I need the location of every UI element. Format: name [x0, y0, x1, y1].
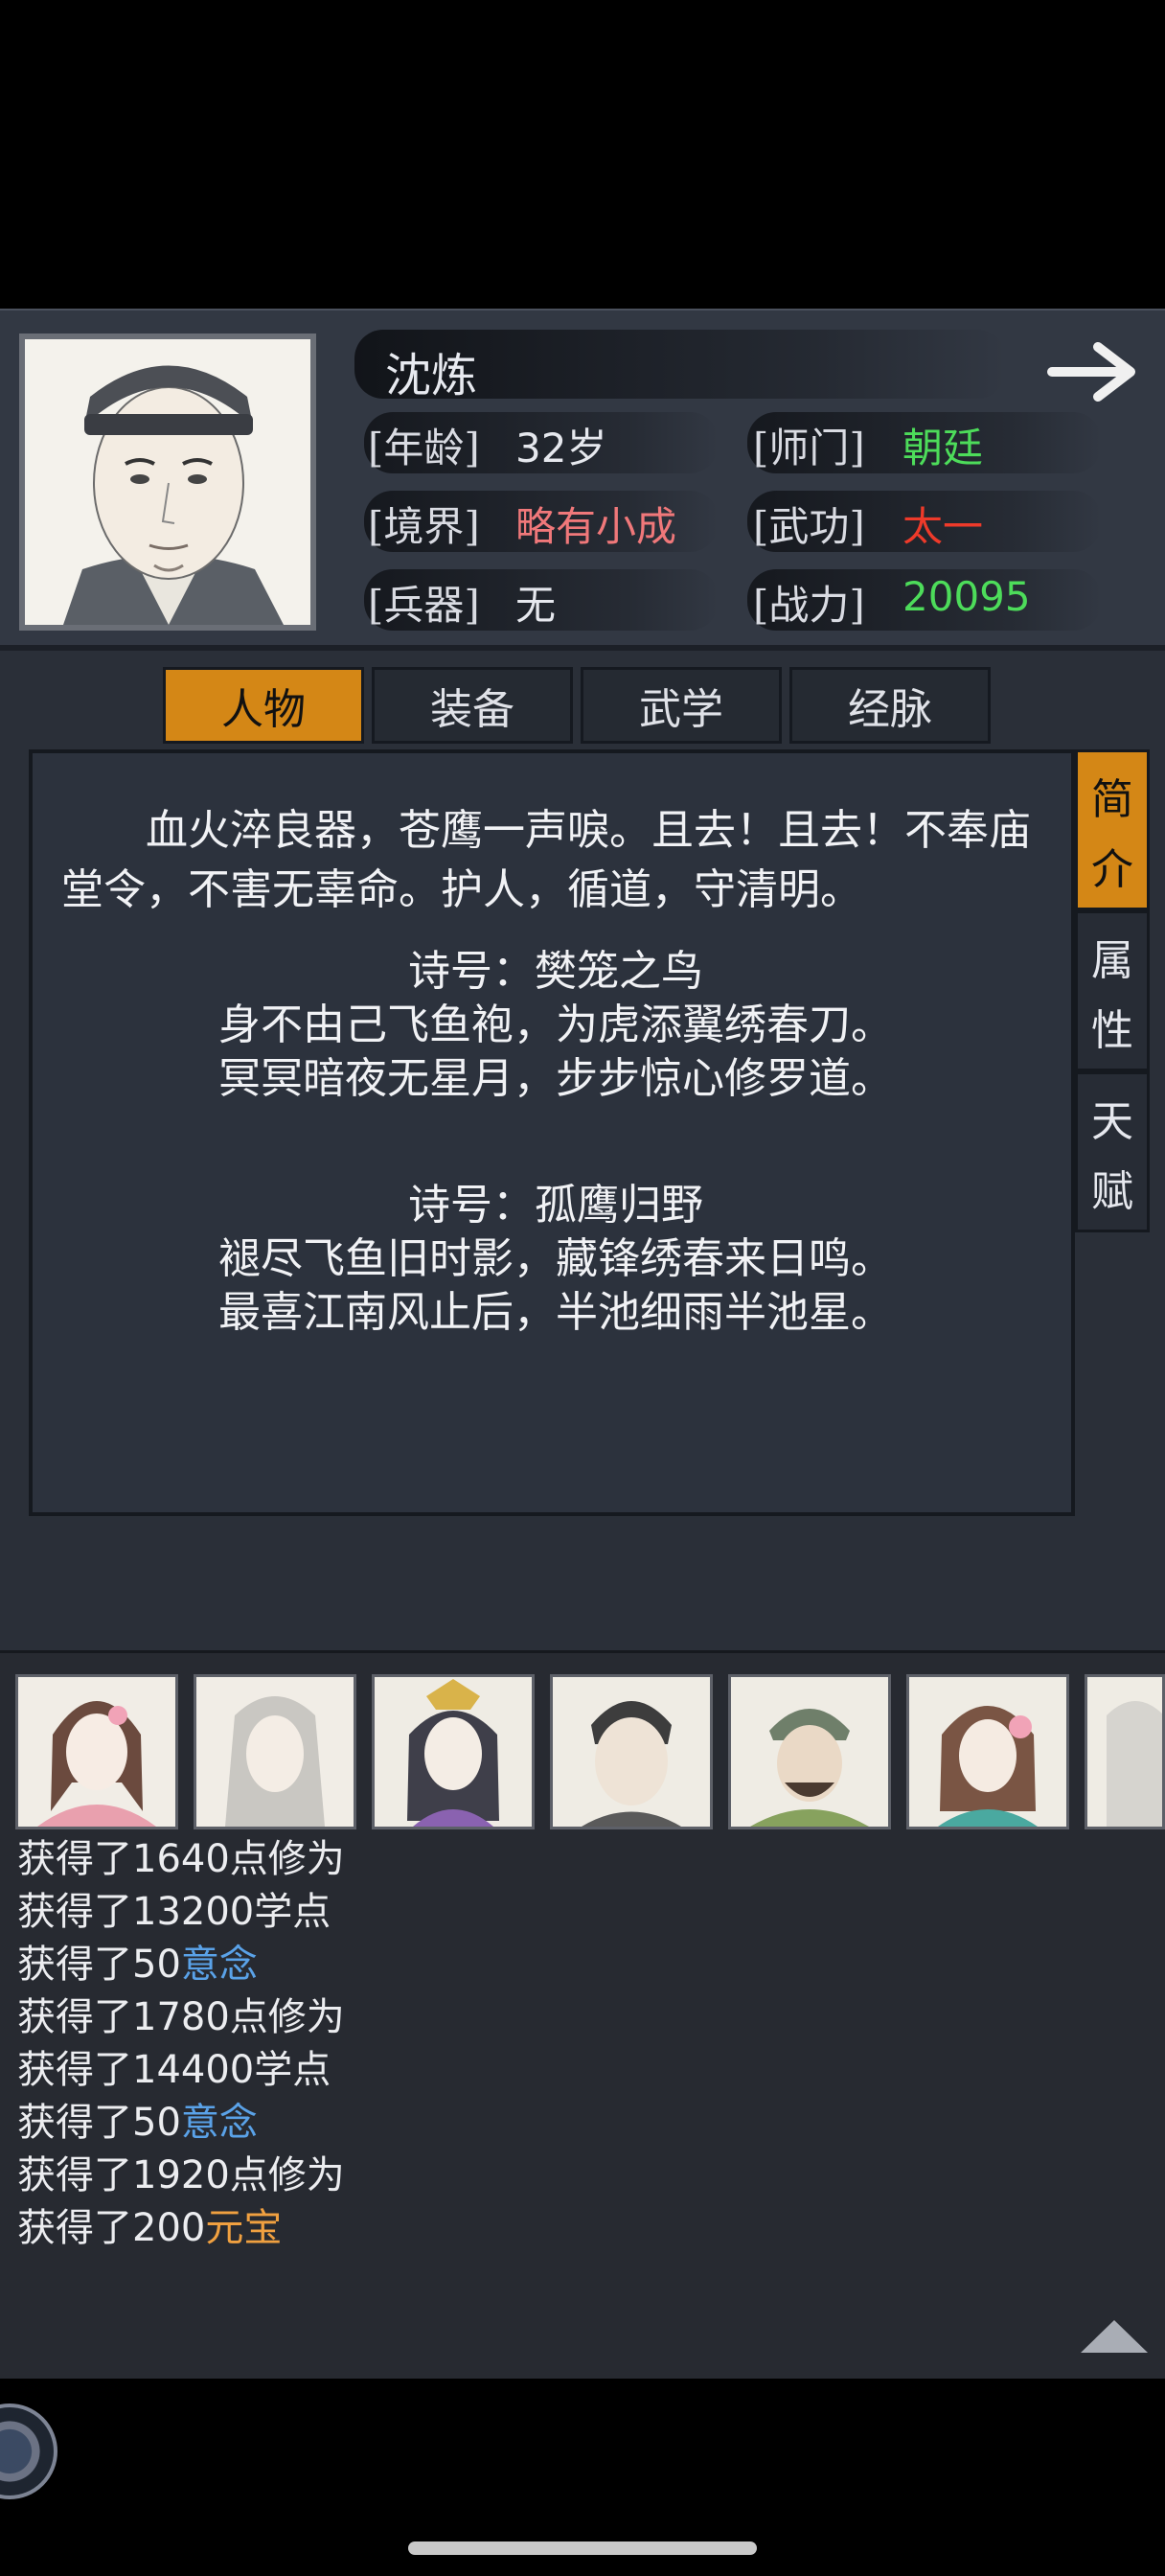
- log-text: 获得了50: [17, 2101, 181, 2145]
- tab-character[interactable]: 人物: [163, 667, 364, 744]
- log-entry: 获得了13200学点: [17, 1886, 345, 1939]
- triangle-up-icon: [1081, 2320, 1148, 2353]
- log-text: 获得了50: [17, 1943, 181, 1987]
- log-entry: 获得了50意念: [17, 2097, 345, 2150]
- side-tab-char: 简: [1091, 774, 1133, 824]
- party-avatar[interactable]: [1085, 1674, 1165, 1829]
- sect-value: 朝廷: [902, 425, 984, 472]
- poem-line: 最喜江南风止后，半池细雨半池星。: [218, 1288, 893, 1337]
- scroll-up-button[interactable]: [1081, 2316, 1148, 2355]
- reward-log: 获得了1640点修为 获得了13200学点 获得了50意念 获得了1780点修为…: [17, 1833, 345, 2255]
- poem-line: 身不由己飞鱼袍，为虎添翼绣春刀。: [218, 1000, 893, 1049]
- sect-label: [师门]: [753, 425, 865, 472]
- arrow-right-icon: [1047, 342, 1135, 402]
- log-text: 获得了1780点修为: [17, 1995, 345, 2039]
- log-entry: 获得了1780点修为: [17, 1991, 345, 2044]
- side-tab-char: 属: [1091, 935, 1133, 985]
- poem-line: 褪尽飞鱼旧时影，藏锋绣春来日鸣。: [218, 1234, 893, 1283]
- log-text: 获得了1920点修为: [17, 2153, 345, 2197]
- realm-label: [境界]: [368, 503, 480, 550]
- home-indicator[interactable]: [408, 2542, 757, 2555]
- log-highlight: 意念: [180, 1943, 258, 1987]
- power-value: 20095: [902, 573, 1031, 620]
- log-entry: 获得了200元宝: [17, 2202, 345, 2255]
- martial-value: 太一: [902, 503, 984, 550]
- avatar-illustration: [553, 1677, 710, 1827]
- bio-panel: 血火淬良器，苍鹰一声唳。且去！且去！不奉庙堂令，不害无辜命。护人，循道，守清明。…: [29, 749, 1075, 1516]
- tab-equipment[interactable]: 装备: [372, 667, 573, 744]
- character-portrait: [19, 334, 316, 631]
- party-avatar[interactable]: [728, 1674, 891, 1829]
- avatar-illustration: [1087, 1677, 1162, 1827]
- weapon-value: 无: [515, 582, 557, 629]
- side-tab-char: 天: [1091, 1096, 1133, 1146]
- log-highlight: 意念: [180, 2101, 258, 2145]
- side-tab-char: 介: [1091, 844, 1133, 894]
- log-text: 获得了13200学点: [17, 1890, 331, 1934]
- weapon-label: [兵器]: [368, 582, 480, 629]
- power-label: [战力]: [753, 582, 865, 629]
- side-tab-char: 性: [1091, 1005, 1133, 1055]
- poem-line: 冥冥暗夜无星月，步步惊心修罗道。: [218, 1054, 893, 1103]
- character-card: 沈炼 [年龄] 32岁 [境界] 略有小成 [兵器] 无 [师门] 朝廷 [武功…: [0, 309, 1165, 1650]
- roster-and-log: 获得了1640点修为 获得了13200学点 获得了50意念 获得了1780点修为…: [0, 1650, 1165, 2379]
- side-tabs: 简 介 属 性 天 赋: [1075, 749, 1150, 1232]
- log-text: 获得了14400学点: [17, 2048, 331, 2092]
- age-value: 32岁: [515, 425, 607, 472]
- party-avatar[interactable]: [906, 1674, 1069, 1829]
- log-entry: 获得了1640点修为: [17, 1833, 345, 1886]
- party-avatar[interactable]: [194, 1674, 356, 1829]
- log-highlight: 元宝: [205, 2206, 283, 2250]
- character-header: 沈炼 [年龄] 32岁 [境界] 略有小成 [兵器] 无 [师门] 朝廷 [武功…: [0, 310, 1165, 651]
- log-entry: 获得了14400学点: [17, 2044, 345, 2097]
- party-avatar[interactable]: [15, 1674, 178, 1829]
- avatar-illustration: [731, 1677, 888, 1827]
- bio-intro: 血火淬良器，苍鹰一声唳。且去！且去！不奉庙堂令，不害无辜命。护人，循道，守清明。: [61, 806, 1031, 914]
- poem-title: 诗号：孤鹰归野: [408, 1181, 703, 1230]
- avatar-illustration: [18, 1677, 175, 1827]
- martial-label: [武功]: [753, 503, 865, 550]
- avatar-illustration: [909, 1677, 1066, 1827]
- side-tab-char: 赋: [1091, 1166, 1133, 1216]
- tab-meridians[interactable]: 经脉: [789, 667, 991, 744]
- next-character-button[interactable]: [1044, 334, 1150, 410]
- portrait-illustration: [25, 339, 310, 625]
- side-tab-attributes[interactable]: 属 性: [1075, 910, 1150, 1071]
- side-tab-intro[interactable]: 简 介: [1075, 749, 1150, 910]
- character-name: 沈炼: [385, 349, 478, 402]
- age-label: [年龄]: [368, 425, 480, 472]
- party-avatar[interactable]: [550, 1674, 713, 1829]
- log-entry: 获得了1920点修为: [17, 2150, 345, 2202]
- log-text: 获得了200: [17, 2206, 206, 2250]
- party-avatar[interactable]: [372, 1674, 535, 1829]
- log-text: 获得了1640点修为: [17, 1837, 345, 1881]
- poem-title: 诗号：樊笼之鸟: [408, 947, 703, 996]
- realm-value: 略有小成: [515, 503, 677, 550]
- side-tab-talent[interactable]: 天 赋: [1075, 1071, 1150, 1232]
- log-entry: 获得了50意念: [17, 1939, 345, 1991]
- tab-martial-arts[interactable]: 武学: [581, 667, 782, 744]
- avatar-illustration: [196, 1677, 354, 1827]
- avatar-illustration: [375, 1677, 532, 1827]
